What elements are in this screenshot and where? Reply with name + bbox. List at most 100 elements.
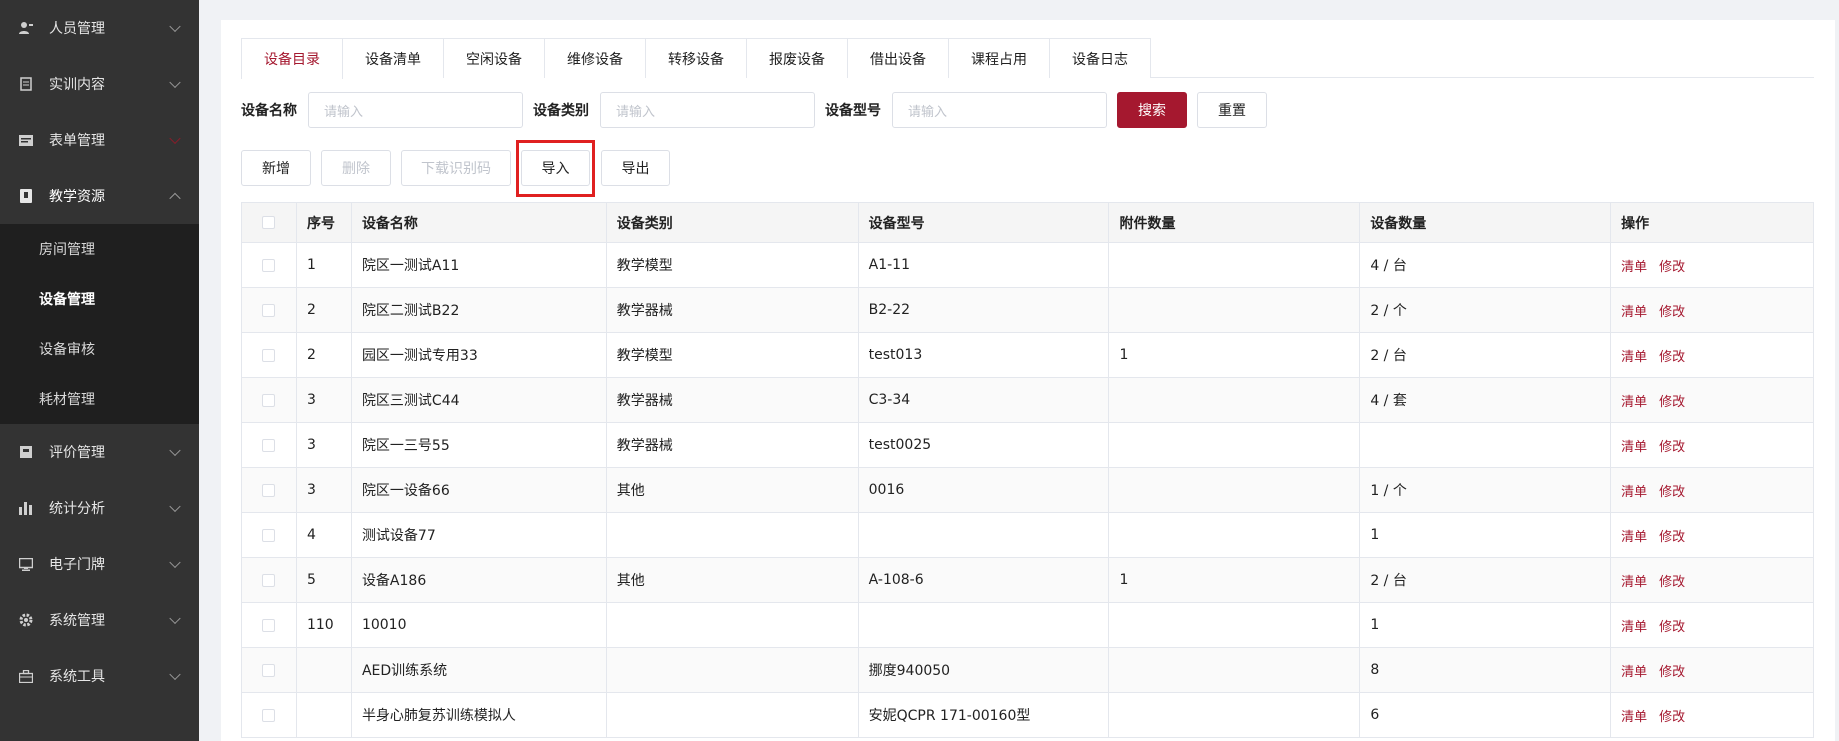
row-name: 院区二测试B22: [352, 288, 607, 332]
list-link[interactable]: 清单: [1621, 391, 1647, 410]
row-model: 0016: [859, 468, 1110, 512]
edit-link[interactable]: 修改: [1659, 301, 1685, 320]
row-no: 3: [297, 378, 352, 422]
list-link[interactable]: 清单: [1621, 301, 1647, 320]
row-attachments: [1109, 603, 1361, 647]
edit-link[interactable]: 修改: [1659, 616, 1685, 635]
row-name: 测试设备77: [352, 513, 607, 557]
gear-icon: [18, 612, 34, 628]
submenu-teaching-resources: 房间管理 设备管理 设备审核 耗材管理: [0, 224, 199, 424]
edit-link[interactable]: 修改: [1659, 481, 1685, 500]
bar-chart-icon: [18, 500, 34, 516]
table-row: 2 园区一测试专用33 教学模型 test013 1 2 / 台清单 修改: [242, 333, 1815, 378]
name-input[interactable]: 请输入: [308, 92, 523, 128]
tab-equipment-catalog[interactable]: 设备目录: [241, 38, 343, 79]
row-checkbox[interactable]: [262, 573, 276, 587]
row-select-cell: [242, 603, 297, 647]
list-link[interactable]: 清单: [1621, 346, 1647, 365]
row-name: AED训练系统: [352, 648, 607, 692]
edit-link[interactable]: 修改: [1659, 391, 1685, 410]
type-input[interactable]: 请输入: [600, 92, 815, 128]
row-checkbox[interactable]: [262, 528, 276, 542]
download-code-button[interactable]: 下载识别码: [401, 150, 511, 186]
search-button[interactable]: 搜索: [1117, 92, 1187, 128]
row-checkbox[interactable]: [262, 618, 276, 632]
header-quantity: 设备数量: [1360, 203, 1612, 242]
sidebar-item-equipment[interactable]: 设备管理: [0, 274, 199, 324]
select-all-checkbox[interactable]: [262, 216, 276, 229]
sidebar-item-tools[interactable]: 系统工具: [0, 648, 199, 704]
row-name: 园区一测试专用33: [352, 333, 607, 377]
tab-transfer-equipment[interactable]: 转移设备: [646, 38, 747, 78]
edit-link[interactable]: 修改: [1659, 436, 1685, 455]
row-checkbox[interactable]: [262, 438, 276, 452]
list-link[interactable]: 清单: [1621, 256, 1647, 275]
row-select-cell: [242, 423, 297, 467]
table-body: 1 院区一测试A11 教学模型 A1-11 4 / 台清单 修改 2 院区二测试B22 教学器械…: [242, 243, 1815, 738]
row-checkbox[interactable]: [262, 258, 276, 272]
edit-link[interactable]: 修改: [1659, 661, 1685, 680]
sidebar-item-equipment-review[interactable]: 设备审核: [0, 324, 199, 374]
row-name: 院区一测试A11: [352, 243, 607, 287]
add-button[interactable]: 新增: [241, 150, 311, 186]
row-type: [607, 603, 859, 647]
sidebar-item-statistics[interactable]: 统计分析: [0, 480, 199, 536]
list-link[interactable]: 清单: [1621, 706, 1647, 725]
row-quantity: 2 / 台: [1360, 558, 1612, 602]
sidebar-item-forms[interactable]: 表单管理: [0, 112, 199, 168]
edit-link[interactable]: 修改: [1659, 346, 1685, 365]
tab-course-occupied[interactable]: 课程占用: [949, 38, 1050, 78]
edit-link[interactable]: 修改: [1659, 526, 1685, 545]
row-select-cell: [242, 243, 297, 287]
sidebar-item-system[interactable]: 系统管理: [0, 592, 199, 648]
list-link[interactable]: 清单: [1621, 526, 1647, 545]
sidebar-item-consumables[interactable]: 耗材管理: [0, 374, 199, 424]
header-model: 设备型号: [859, 203, 1110, 242]
list-link[interactable]: 清单: [1621, 481, 1647, 500]
row-select-cell: [242, 333, 297, 377]
sidebar-item-training[interactable]: 实训内容: [0, 56, 199, 112]
row-quantity: 6: [1360, 693, 1612, 737]
row-checkbox[interactable]: [262, 303, 276, 317]
row-checkbox[interactable]: [262, 348, 276, 362]
tab-equipment-log[interactable]: 设备日志: [1050, 38, 1151, 78]
list-link[interactable]: 清单: [1621, 616, 1647, 635]
list-link[interactable]: 清单: [1621, 436, 1647, 455]
list-link[interactable]: 清单: [1621, 571, 1647, 590]
sidebar-item-rooms[interactable]: 房间管理: [0, 224, 199, 274]
sidebar-item-doorplate[interactable]: 电子门牌: [0, 536, 199, 592]
tab-repair-equipment[interactable]: 维修设备: [545, 38, 646, 78]
row-checkbox[interactable]: [262, 663, 276, 677]
sidebar-item-teaching-resources[interactable]: 教学资源: [0, 168, 199, 224]
row-type: 教学器械: [607, 288, 859, 332]
export-button[interactable]: 导出: [601, 150, 670, 186]
reset-button[interactable]: 重置: [1197, 92, 1267, 128]
edit-link[interactable]: 修改: [1659, 706, 1685, 725]
chevron-down-icon: [169, 500, 181, 513]
equipment-table: 序号 设备名称 设备类别 设备型号 附件数量 设备数量 操作 1 院区一测试A11…: [241, 202, 1815, 738]
delete-button[interactable]: 删除: [321, 150, 391, 186]
edit-link[interactable]: 修改: [1659, 256, 1685, 275]
row-actions: 清单 修改: [1611, 243, 1815, 287]
row-model: [859, 603, 1110, 647]
row-model: A1-11: [859, 243, 1110, 287]
sidebar-item-personnel[interactable]: 人员管理: [0, 0, 199, 56]
model-input[interactable]: 请输入: [892, 92, 1107, 128]
row-checkbox[interactable]: [262, 708, 276, 722]
tab-idle-equipment[interactable]: 空闲设备: [444, 38, 545, 78]
row-quantity: 8: [1360, 648, 1612, 692]
table-header: 序号 设备名称 设备类别 设备型号 附件数量 设备数量 操作: [242, 203, 1815, 243]
list-link[interactable]: 清单: [1621, 661, 1647, 680]
sidebar-item-evaluation[interactable]: 评价管理: [0, 424, 199, 480]
tab-scrapped-equipment[interactable]: 报废设备: [747, 38, 848, 78]
sidebar-item-label: 系统工具: [49, 669, 105, 685]
row-checkbox[interactable]: [262, 393, 276, 407]
sidebar: 人员管理 实训内容 表单管理 教学资源 房间管理 设备管理 设备审核 耗材管理 …: [0, 0, 199, 741]
tab-loaned-equipment[interactable]: 借出设备: [848, 38, 949, 78]
equipment-tabs: 设备目录 设备清单 空闲设备 维修设备 转移设备 报废设备 借出设备 课程占用 …: [241, 38, 1814, 79]
row-select-cell: [242, 288, 297, 332]
tab-equipment-list[interactable]: 设备清单: [343, 38, 444, 78]
row-checkbox[interactable]: [262, 483, 276, 497]
row-select-cell: [242, 648, 297, 692]
edit-link[interactable]: 修改: [1659, 571, 1685, 590]
